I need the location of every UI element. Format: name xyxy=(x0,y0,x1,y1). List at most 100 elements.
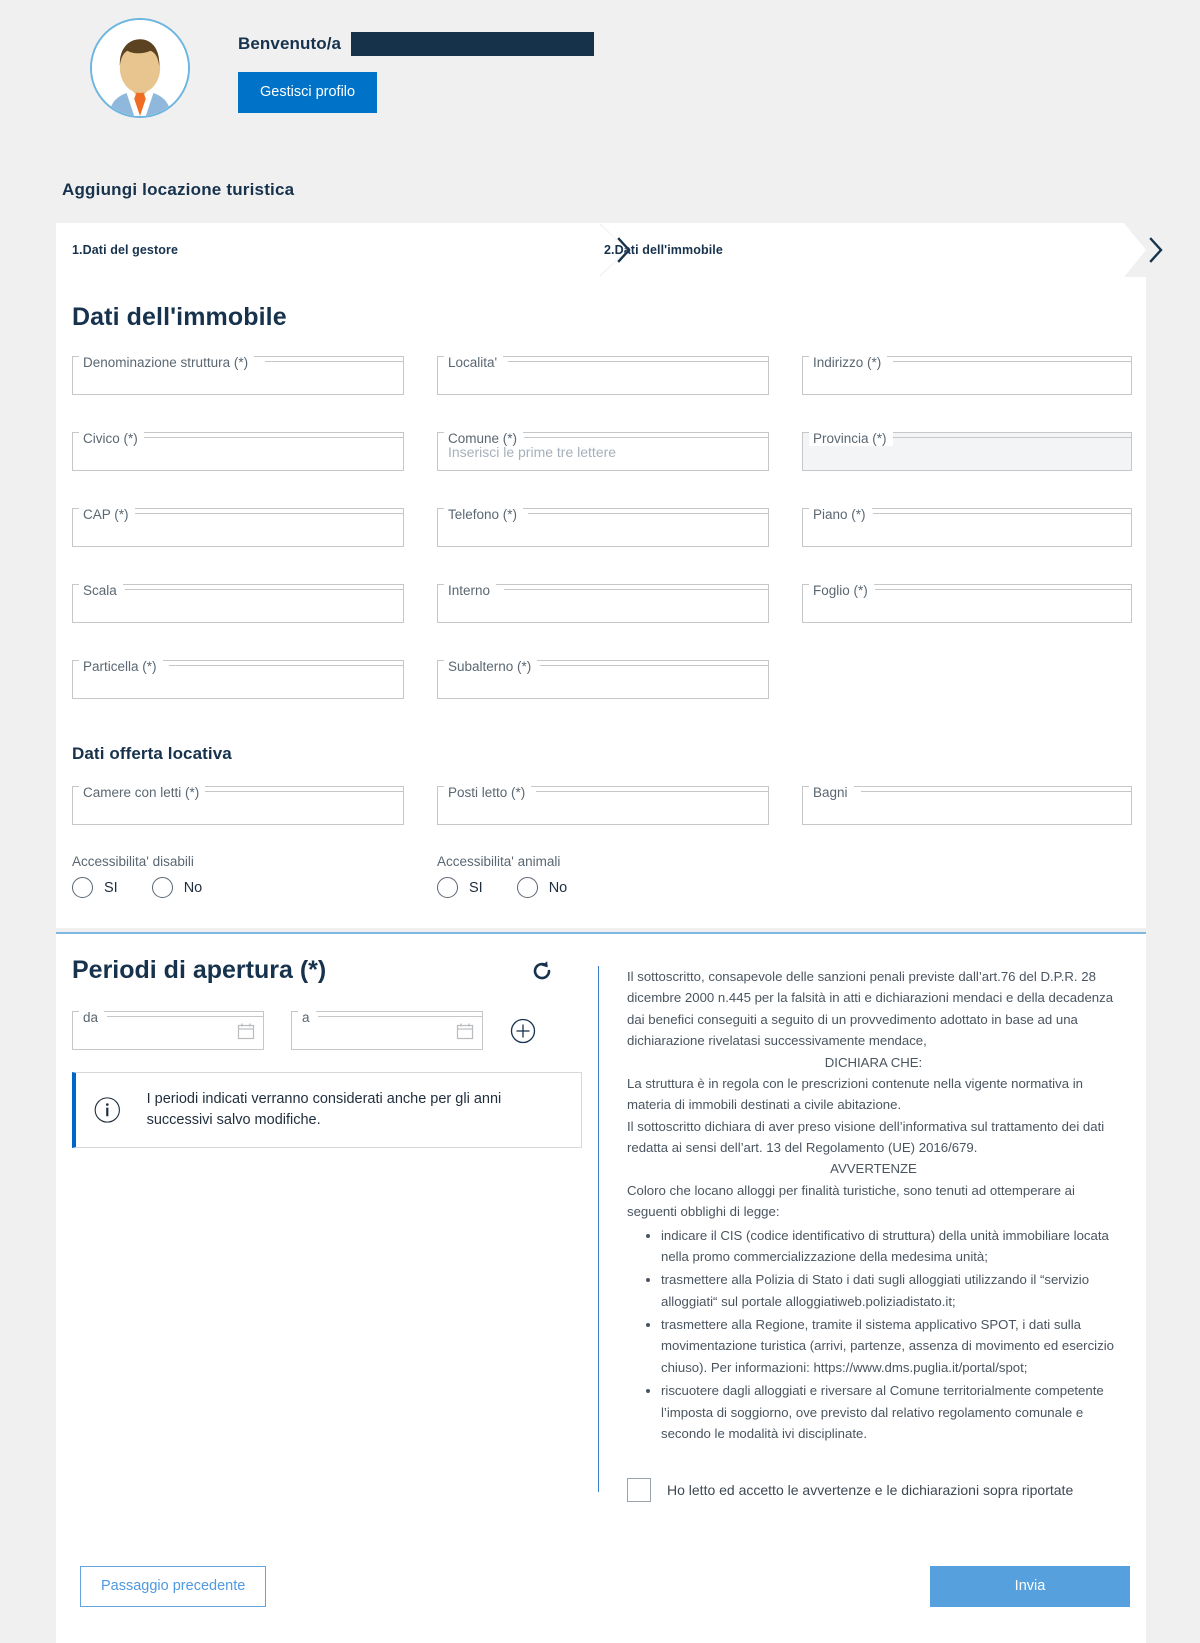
lower-columns: Periodi di apertura (*) da a I periodi i… xyxy=(56,934,1146,1503)
refresh-icon xyxy=(533,960,551,979)
previous-step-button[interactable]: Passaggio precedente xyxy=(80,1566,267,1607)
declaration-bullet-list: indicare il CIS (codice identificativo d… xyxy=(627,1225,1120,1445)
calendar-icon[interactable] xyxy=(237,1022,255,1045)
immobile-form-grid: Denominazione struttura (*) Localita' In… xyxy=(56,344,1146,724)
refresh-button[interactable] xyxy=(530,959,554,983)
redacted-user-name xyxy=(351,32,595,56)
declaration-dichiara-1: La struttura è in regola con le prescriz… xyxy=(627,1075,1083,1113)
radio-group-accessibilita-disabili: Accessibilita' disabili SI No xyxy=(72,850,437,898)
welcome-label: Benvenuto/a xyxy=(238,34,342,53)
immobile-panel: Dati dell'immobile Denominazione struttu… xyxy=(56,277,1146,928)
field-label: Telefono (*) xyxy=(444,508,524,522)
field-label: Camere con letti (*) xyxy=(79,786,206,800)
stepper-step-1[interactable]: 1.Dati del gestore xyxy=(56,223,590,277)
field-provincia: Provincia (*) xyxy=(802,420,1132,471)
radio-disabili-si[interactable]: SI xyxy=(72,877,118,898)
accept-checkbox[interactable] xyxy=(627,1478,651,1503)
submit-button[interactable]: Invia xyxy=(930,1566,1130,1607)
field-legend-rule xyxy=(861,791,1131,792)
stepper-step-2-label: 2.Dati dell'immobile xyxy=(604,243,723,257)
declaration-dichiara-2: Il sottoscritto dichiara di aver preso v… xyxy=(627,1118,1105,1155)
stepper-bar: 1.Dati del gestore 2.Dati dell'immobile xyxy=(56,223,1146,277)
welcome-row: Benvenuto/a xyxy=(238,32,595,56)
field-legend-rule xyxy=(107,1016,263,1017)
radio-group-label: Accessibilita' animali xyxy=(437,854,561,869)
field-legend-rule xyxy=(265,361,403,362)
field-scala: Scala xyxy=(72,572,404,623)
periodi-title: Periodi di apertura (*) xyxy=(72,956,327,984)
stepper-step-2[interactable]: 2.Dati dell'immobile xyxy=(590,223,1124,277)
manage-profile-button[interactable]: Gestisci profilo xyxy=(238,72,378,113)
field-legend-rule xyxy=(504,589,768,590)
periodi-header: Periodi di apertura (*) xyxy=(72,956,582,985)
field-legend-rule xyxy=(524,437,768,438)
field-legend-rule xyxy=(893,361,1131,362)
field-box: Piano (*) xyxy=(802,508,1132,547)
add-period-button[interactable] xyxy=(510,1018,536,1044)
radio-circle-icon xyxy=(437,877,458,898)
field-label: Bagni xyxy=(809,786,854,800)
radio-animali-si[interactable]: SI xyxy=(437,877,483,898)
field-indirizzo: Indirizzo (*) xyxy=(802,344,1132,395)
field-box: Subalterno (*) xyxy=(437,660,769,699)
field-box: Telefono (*) xyxy=(437,508,769,547)
field-legend-rule xyxy=(143,437,403,438)
radio-label: SI xyxy=(469,879,483,896)
footer-buttons: Passaggio precedente Invia xyxy=(56,1566,1146,1607)
chevron-right-icon xyxy=(1148,237,1163,263)
field-camere-con-letti: Camere con letti (*) xyxy=(72,774,404,825)
field-denominazione-struttura: Denominazione struttura (*) xyxy=(72,344,404,395)
field-label: Interno xyxy=(444,584,497,598)
periodi-column: Periodi di apertura (*) da a I periodi i… xyxy=(56,956,598,1502)
a-input[interactable] xyxy=(292,1012,482,1049)
field-label: Posti letto (*) xyxy=(444,786,532,800)
field-label: Piano (*) xyxy=(809,508,872,522)
radio-label: No xyxy=(183,879,203,896)
accept-row: Ho letto ed accetto le avvertenze e le d… xyxy=(627,1478,1120,1503)
field-comune: Comune (*) xyxy=(437,420,769,471)
field-label: Civico (*) xyxy=(79,432,144,446)
date-range-row: da a xyxy=(72,999,582,1050)
radio-row: SI No xyxy=(437,877,802,898)
field-box: Indirizzo (*) xyxy=(802,356,1132,395)
page-header: Benvenuto/a Gestisci profilo xyxy=(0,0,1200,150)
field-a: a xyxy=(291,999,483,1050)
field-particella: Particella (*) xyxy=(72,648,404,699)
declaration-intro: Il sottoscritto, consapevole delle sanzi… xyxy=(627,969,1114,1049)
page-title: Aggiungi locazione turistica xyxy=(62,180,295,199)
stepper: 1.Dati del gestore 2.Dati dell'immobile xyxy=(56,223,1163,277)
field-label: Scala xyxy=(79,584,123,598)
field-box: Camere con letti (*) xyxy=(72,786,404,825)
offerta-section-title: Dati offerta locativa xyxy=(72,744,232,763)
periodi-info-text: I periodi indicati verranno considerati … xyxy=(146,1091,502,1129)
avatar xyxy=(90,18,190,118)
periodi-info-box: I periodi indicati verranno considerati … xyxy=(72,1072,582,1149)
calendar-icon[interactable] xyxy=(456,1022,474,1045)
declaration-avvertenze-intro: Coloro che locano alloggi per finalità t… xyxy=(627,1182,1075,1220)
plus-circle-icon xyxy=(510,1018,536,1043)
field-label: Provincia (*) xyxy=(809,432,893,446)
field-civico: Civico (*) xyxy=(72,420,404,471)
field-legend-rule xyxy=(318,1016,482,1017)
declaration-dichiara-heading: DICHIARA CHE: xyxy=(824,1054,923,1070)
radio-disabili-no[interactable]: No xyxy=(151,877,203,898)
field-box: Provincia (*) xyxy=(802,432,1132,471)
field-box: CAP (*) xyxy=(72,508,404,547)
immobile-section-title: Dati dell'immobile xyxy=(72,303,287,331)
field-label: da xyxy=(79,1011,105,1025)
field-box: Interno xyxy=(437,584,769,623)
field-label: CAP (*) xyxy=(79,508,135,522)
field-box: Localita' xyxy=(437,356,769,395)
radio-grid-spacer xyxy=(802,850,1162,898)
field-legend-rule xyxy=(205,791,403,792)
field-box: Denominazione struttura (*) xyxy=(72,356,404,395)
list-item: trasmettere alla Polizia di Stato i dati… xyxy=(661,1269,1120,1312)
stepper-step-1-label: 1.Dati del gestore xyxy=(72,243,178,257)
field-box: Posti letto (*) xyxy=(437,786,769,825)
field-box: da xyxy=(72,1011,264,1050)
field-label: a xyxy=(298,1011,316,1025)
radio-circle-icon xyxy=(151,877,173,898)
field-box: Comune (*) xyxy=(437,432,769,471)
radio-animali-no[interactable]: No xyxy=(516,877,567,898)
declaration-text: Il sottoscritto, consapevole delle sanzi… xyxy=(627,966,1120,1444)
